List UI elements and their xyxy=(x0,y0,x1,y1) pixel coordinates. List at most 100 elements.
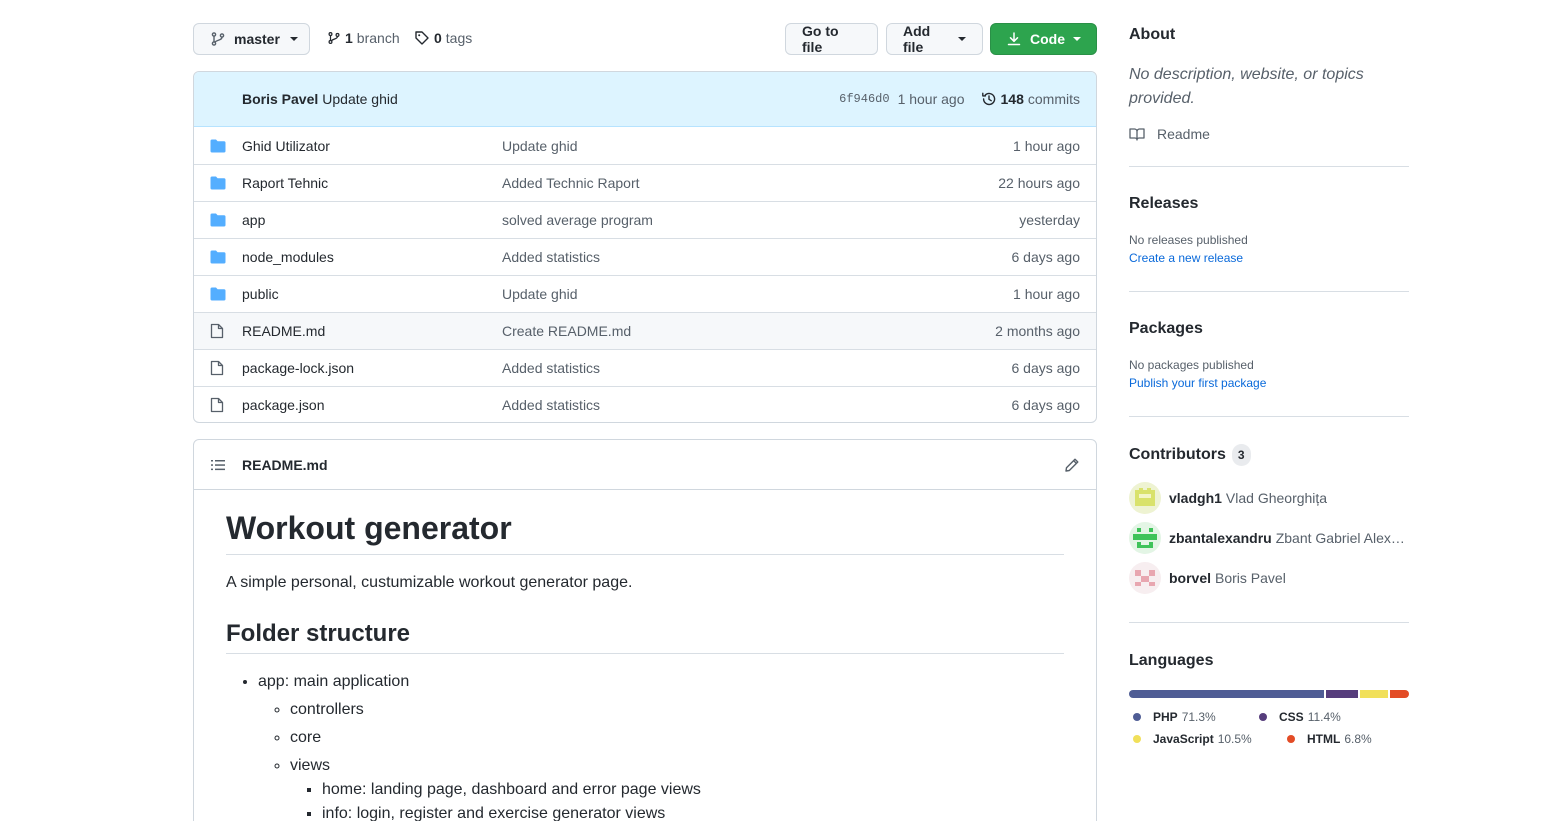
languages-heading: Languages xyxy=(1129,652,1214,669)
list-item: info: login, register and exercise gener… xyxy=(322,802,1064,821)
file-name[interactable]: package.json xyxy=(242,397,502,413)
language-bar-segment[interactable] xyxy=(1326,690,1358,698)
language-percent: 10.5% xyxy=(1217,732,1252,746)
contributor-login[interactable]: vladgh1 xyxy=(1169,490,1222,506)
file-row[interactable]: package-lock.json Added statistics 6 day… xyxy=(194,349,1096,386)
avatar[interactable] xyxy=(1129,562,1161,594)
commit-time: 1 hour ago xyxy=(897,91,965,107)
language-percent: 6.8% xyxy=(1344,732,1372,746)
language-item[interactable]: HTML 6.8% xyxy=(1283,732,1372,746)
history-icon xyxy=(981,91,997,107)
code-label: Code xyxy=(1030,31,1065,47)
branches-link[interactable]: 1 branch xyxy=(327,30,400,46)
avatar[interactable] xyxy=(1129,522,1161,554)
file-commit-message[interactable]: Update ghid xyxy=(502,286,1013,302)
file-commit-message[interactable]: Added statistics xyxy=(502,249,1012,265)
language-item[interactable]: PHP 71.3% xyxy=(1129,710,1239,724)
file-name[interactable]: node_modules xyxy=(242,249,502,265)
commit-sha[interactable]: 6f946d0 xyxy=(839,92,889,106)
book-icon xyxy=(1129,126,1145,142)
language-name: JavaScript xyxy=(1153,732,1214,746)
download-icon xyxy=(1006,31,1022,47)
file-icon xyxy=(210,360,226,376)
go-to-file-button[interactable]: Go to file xyxy=(785,23,878,55)
file-name[interactable]: Ghid Utilizator xyxy=(242,138,502,154)
folder-icon xyxy=(210,138,226,154)
list-item-text: home: landing page, dashboard and error … xyxy=(322,781,701,798)
file-name[interactable]: package-lock.json xyxy=(242,360,502,376)
pencil-icon[interactable] xyxy=(1064,457,1080,473)
file-commit-message[interactable]: Added statistics xyxy=(502,360,1012,376)
contributors-section: Contributors 3 vladgh1 Vlad Gheorghița zb… xyxy=(1129,416,1409,622)
git-branch-icon xyxy=(327,30,341,46)
language-bar-segment[interactable] xyxy=(1359,690,1389,698)
releases-heading[interactable]: Releases xyxy=(1129,194,1409,214)
file-row[interactable]: node_modules Added statistics 6 days ago xyxy=(194,238,1096,275)
file-row[interactable]: app solved average program yesterday xyxy=(194,201,1096,238)
list-item-text: info: login, register and exercise gener… xyxy=(322,805,666,821)
add-file-button[interactable]: Add file xyxy=(886,23,983,55)
no-releases-text: No releases published xyxy=(1129,233,1248,247)
contributor-name: Vlad Gheorghița xyxy=(1225,490,1328,506)
repo-sidebar: About No description, website, or topics… xyxy=(1129,23,1409,754)
list-item: app: main application controllers core v… xyxy=(258,670,1064,821)
list-unordered-icon[interactable] xyxy=(210,457,226,473)
file-row[interactable]: Raport Tehnic Added Technic Raport 22 ho… xyxy=(194,164,1096,201)
file-icon xyxy=(210,397,226,413)
about-heading: About xyxy=(1129,26,1176,43)
chevron-down-icon xyxy=(289,37,298,41)
contributor-login[interactable]: zbantalexandru xyxy=(1169,530,1272,546)
language-item[interactable]: JavaScript 10.5% xyxy=(1129,732,1267,746)
readme-link[interactable]: Readme xyxy=(1129,126,1409,142)
git-branch-icon xyxy=(210,31,226,47)
file-row[interactable]: Ghid Utilizator Update ghid 1 hour ago xyxy=(194,127,1096,164)
contributor-item[interactable]: vladgh1 Vlad Gheorghița xyxy=(1129,482,1409,514)
tags-link[interactable]: 0 tags xyxy=(414,30,472,46)
file-commit-message[interactable]: Added Technic Raport xyxy=(502,175,998,191)
file-row[interactable]: public Update ghid 1 hour ago xyxy=(194,275,1096,312)
file-commit-message[interactable]: solved average program xyxy=(502,212,1019,228)
file-row[interactable]: package.json Added statistics 6 days ago xyxy=(194,386,1096,422)
folder-icon xyxy=(210,249,226,265)
list-item-text: app: main application xyxy=(258,673,410,690)
branch-selector-button[interactable]: master xyxy=(193,23,310,55)
list-item: home: landing page, dashboard and error … xyxy=(322,778,1064,802)
file-row[interactable]: README.md Create README.md 2 months ago xyxy=(194,312,1096,349)
contributor-item[interactable]: borvel Boris Pavel xyxy=(1129,562,1409,594)
language-item[interactable]: CSS 11.4% xyxy=(1255,710,1341,724)
readme-title: Workout generator xyxy=(226,508,1064,555)
language-bar-segment[interactable] xyxy=(1129,690,1325,698)
contributor-item[interactable]: zbantalexandru Zbant Gabriel Alexandru xyxy=(1129,522,1409,554)
language-bar-segment[interactable] xyxy=(1390,690,1409,698)
file-age: 22 hours ago xyxy=(998,175,1080,191)
commits-link[interactable]: 148 commits xyxy=(981,91,1080,107)
file-name[interactable]: README.md xyxy=(242,323,502,339)
file-commit-message[interactable]: Create README.md xyxy=(502,323,995,339)
file-name[interactable]: Raport Tehnic xyxy=(242,175,502,191)
file-commit-message[interactable]: Added statistics xyxy=(502,397,1012,413)
publish-package-link[interactable]: Publish your first package xyxy=(1129,374,1409,392)
contributors-heading[interactable]: Contributors 3 xyxy=(1129,444,1409,466)
branch-name: master xyxy=(234,31,280,47)
language-color-dot xyxy=(1133,713,1141,721)
contributor-login[interactable]: borvel xyxy=(1169,570,1211,586)
contributor-name: Boris Pavel xyxy=(1215,570,1286,586)
folder-icon xyxy=(210,286,226,302)
folder-structure-list: app: main application controllers core v… xyxy=(226,670,1064,821)
commit-message[interactable]: Update ghid xyxy=(322,91,398,107)
file-age: 6 days ago xyxy=(1011,249,1081,265)
file-age: yesterday xyxy=(1019,212,1080,228)
commit-author[interactable]: Boris Pavel xyxy=(242,91,318,107)
packages-heading[interactable]: Packages xyxy=(1129,319,1409,339)
language-bar xyxy=(1129,690,1409,698)
file-name[interactable]: public xyxy=(242,286,502,302)
readme-intro: A simple personal, custumizable workout … xyxy=(226,574,633,591)
readme-link-label: Readme xyxy=(1157,126,1210,142)
code-button[interactable]: Code xyxy=(990,23,1097,55)
file-age: 6 days ago xyxy=(1011,360,1081,376)
file-commit-message[interactable]: Update ghid xyxy=(502,138,1013,154)
create-release-link[interactable]: Create a new release xyxy=(1129,249,1409,267)
file-name[interactable]: app xyxy=(242,212,502,228)
avatar[interactable] xyxy=(1129,482,1161,514)
readme-filename[interactable]: README.md xyxy=(242,457,328,473)
